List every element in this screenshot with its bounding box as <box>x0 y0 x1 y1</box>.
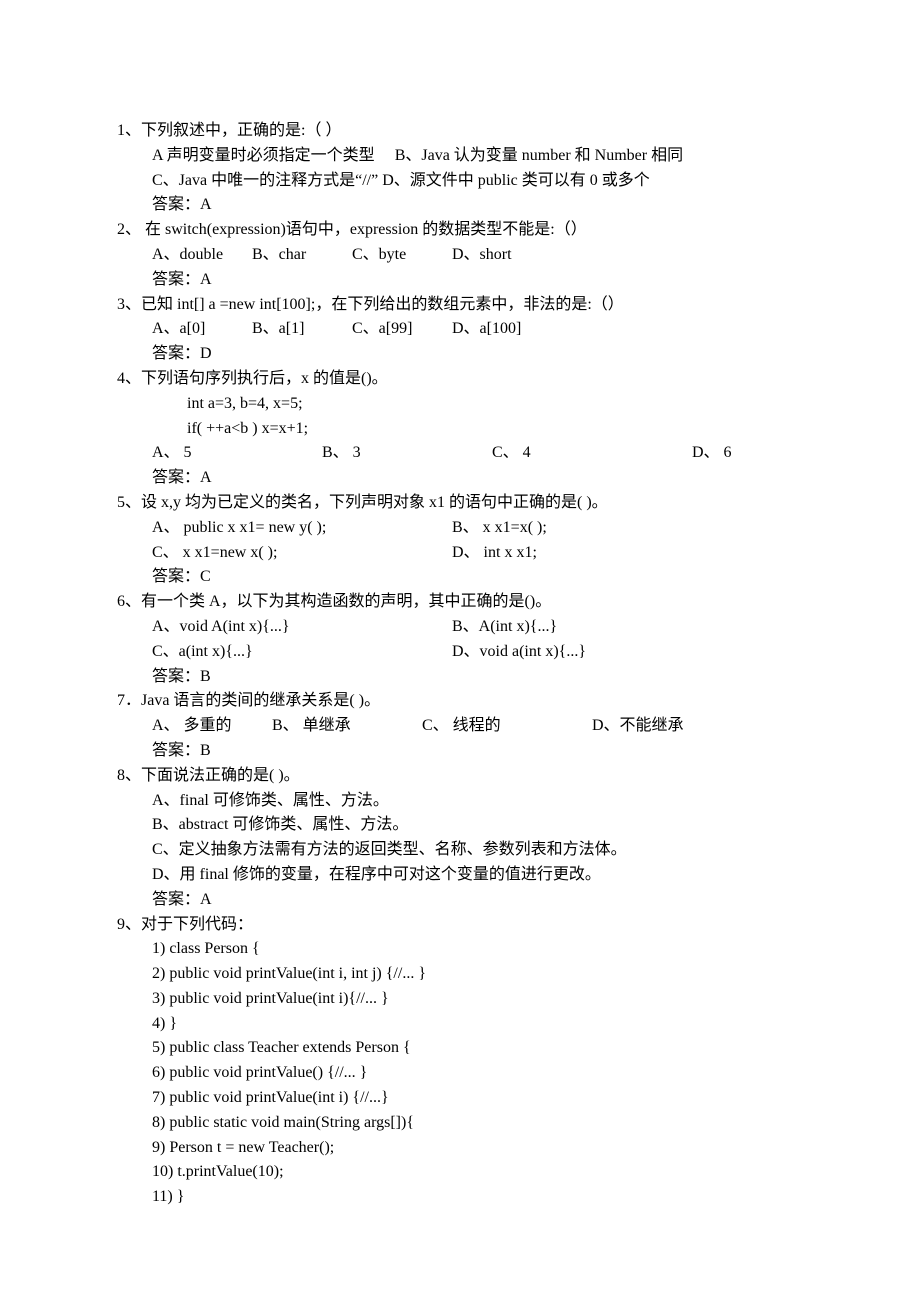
q1-option-a: A 声明变量时必须指定一个类型 <box>152 147 375 164</box>
q6-option-a: A、void A(int x){...} <box>152 615 452 640</box>
q9-stem: 9、对于下列代码： <box>117 913 820 938</box>
question-1: 1、下列叙述中，正确的是:（ ） A 声明变量时必须指定一个类型 B、Java … <box>117 119 820 218</box>
q9-code-line: 5) public class Teacher extends Person { <box>117 1036 820 1061</box>
q9-code-line: 11) } <box>117 1185 820 1210</box>
question-3: 3、已知 int[] a =new int[100];，在下列给出的数组元素中，… <box>117 293 820 367</box>
q5-option-b: B、 x x1=x( ); <box>452 516 547 541</box>
q2-option-a: A、double <box>152 243 252 268</box>
question-6: 6、有一个类 A，以下为其构造函数的声明，其中正确的是()。 A、void A(… <box>117 590 820 689</box>
q7-answer: 答案：B <box>117 739 820 764</box>
q4-stem: 4、下列语句序列执行后，x 的值是()。 <box>117 367 820 392</box>
q5-option-d: D、 int x x1; <box>452 541 537 566</box>
question-9: 9、对于下列代码： 1) class Person { 2) public vo… <box>117 913 820 1211</box>
q6-option-b: B、A(int x){...} <box>452 615 557 640</box>
question-4: 4、下列语句序列执行后，x 的值是()。 int a=3, b=4, x=5; … <box>117 367 820 491</box>
q7-option-c: C、 线程的 <box>422 714 592 739</box>
q6-option-c: C、a(int x){...} <box>152 640 452 665</box>
q3-option-d: D、a[100] <box>452 317 552 342</box>
q8-option-d: D、用 final 修饰的变量，在程序中可对这个变量的值进行更改。 <box>117 863 820 888</box>
question-7: 7．Java 语言的类间的继承关系是( )。 A、 多重的 B、 单继承 C、 … <box>117 689 820 763</box>
q7-stem: 7．Java 语言的类间的继承关系是( )。 <box>117 689 820 714</box>
q5-option-c: C、 x x1=new x( ); <box>152 541 452 566</box>
q4-code-line-1: int a=3, b=4, x=5; <box>117 392 820 417</box>
question-8: 8、下面说法正确的是( )。 A、final 可修饰类、属性、方法。 B、abs… <box>117 764 820 913</box>
q8-option-c: C、定义抽象方法需有方法的返回类型、名称、参数列表和方法体。 <box>117 838 820 863</box>
q6-option-d: D、void a(int x){...} <box>452 640 586 665</box>
q5-option-a: A、 public x x1= new y( ); <box>152 516 452 541</box>
q7-option-b: B、 单继承 <box>272 714 422 739</box>
q6-stem: 6、有一个类 A，以下为其构造函数的声明，其中正确的是()。 <box>117 590 820 615</box>
q8-stem: 8、下面说法正确的是( )。 <box>117 764 820 789</box>
q5-stem: 5、设 x,y 均为已定义的类名，下列声明对象 x1 的语句中正确的是( )。 <box>117 491 820 516</box>
q7-option-a: A、 多重的 <box>152 714 272 739</box>
q9-code-line: 7) public void printValue(int i) {//...} <box>117 1086 820 1111</box>
question-2: 2、 在 switch(expression)语句中，expression 的数… <box>117 218 820 292</box>
q9-code-line: 1) class Person { <box>117 937 820 962</box>
q7-option-d: D、不能继承 <box>592 714 684 739</box>
q1-option-c: C、Java 中唯一的注释方式是“//” <box>152 172 378 189</box>
q1-stem: 1、下列叙述中，正确的是:（ ） <box>117 119 820 144</box>
q3-option-a: A、a[0] <box>152 317 252 342</box>
question-5: 5、设 x,y 均为已定义的类名，下列声明对象 x1 的语句中正确的是( )。 … <box>117 491 820 590</box>
q9-code-line: 2) public void printValue(int i, int j) … <box>117 962 820 987</box>
q4-option-c: C、 4 <box>492 441 692 466</box>
exam-page: 1、下列叙述中，正确的是:（ ） A 声明变量时必须指定一个类型 B、Java … <box>117 119 820 1210</box>
q1-answer: 答案：A <box>117 193 820 218</box>
q4-option-a: A、 5 <box>152 441 322 466</box>
q9-code-line: 9) Person t = new Teacher(); <box>117 1136 820 1161</box>
q9-code-line: 3) public void printValue(int i){//... } <box>117 987 820 1012</box>
q4-option-d: D、 6 <box>692 441 772 466</box>
q8-option-a: A、final 可修饰类、属性、方法。 <box>117 789 820 814</box>
q3-answer: 答案：D <box>117 342 820 367</box>
q2-stem: 2、 在 switch(expression)语句中，expression 的数… <box>117 218 820 243</box>
q3-stem: 3、已知 int[] a =new int[100];，在下列给出的数组元素中，… <box>117 293 820 318</box>
q4-option-b: B、 3 <box>322 441 492 466</box>
q9-code-line: 8) public static void main(String args[]… <box>117 1111 820 1136</box>
q2-option-c: C、byte <box>352 243 452 268</box>
q3-option-b: B、a[1] <box>252 317 352 342</box>
q1-option-d: D、源文件中 public 类可以有 0 或多个 <box>382 172 650 189</box>
q8-answer: 答案：A <box>117 888 820 913</box>
q5-answer: 答案：C <box>117 565 820 590</box>
q2-answer: 答案：A <box>117 268 820 293</box>
q4-answer: 答案：A <box>117 466 820 491</box>
q4-code-line-2: if( ++a<b ) x=x+1; <box>117 417 820 442</box>
q9-code-line: 6) public void printValue() {//... } <box>117 1061 820 1086</box>
q6-answer: 答案：B <box>117 665 820 690</box>
q9-code-line: 10) t.printValue(10); <box>117 1160 820 1185</box>
q3-option-c: C、a[99] <box>352 317 452 342</box>
q9-code-line: 4) } <box>117 1012 820 1037</box>
q2-option-d: D、short <box>452 243 552 268</box>
q2-option-b: B、char <box>252 243 352 268</box>
q8-option-b: B、abstract 可修饰类、属性、方法。 <box>117 813 820 838</box>
q1-option-b: B、Java 认为变量 number 和 Number 相同 <box>395 147 683 164</box>
